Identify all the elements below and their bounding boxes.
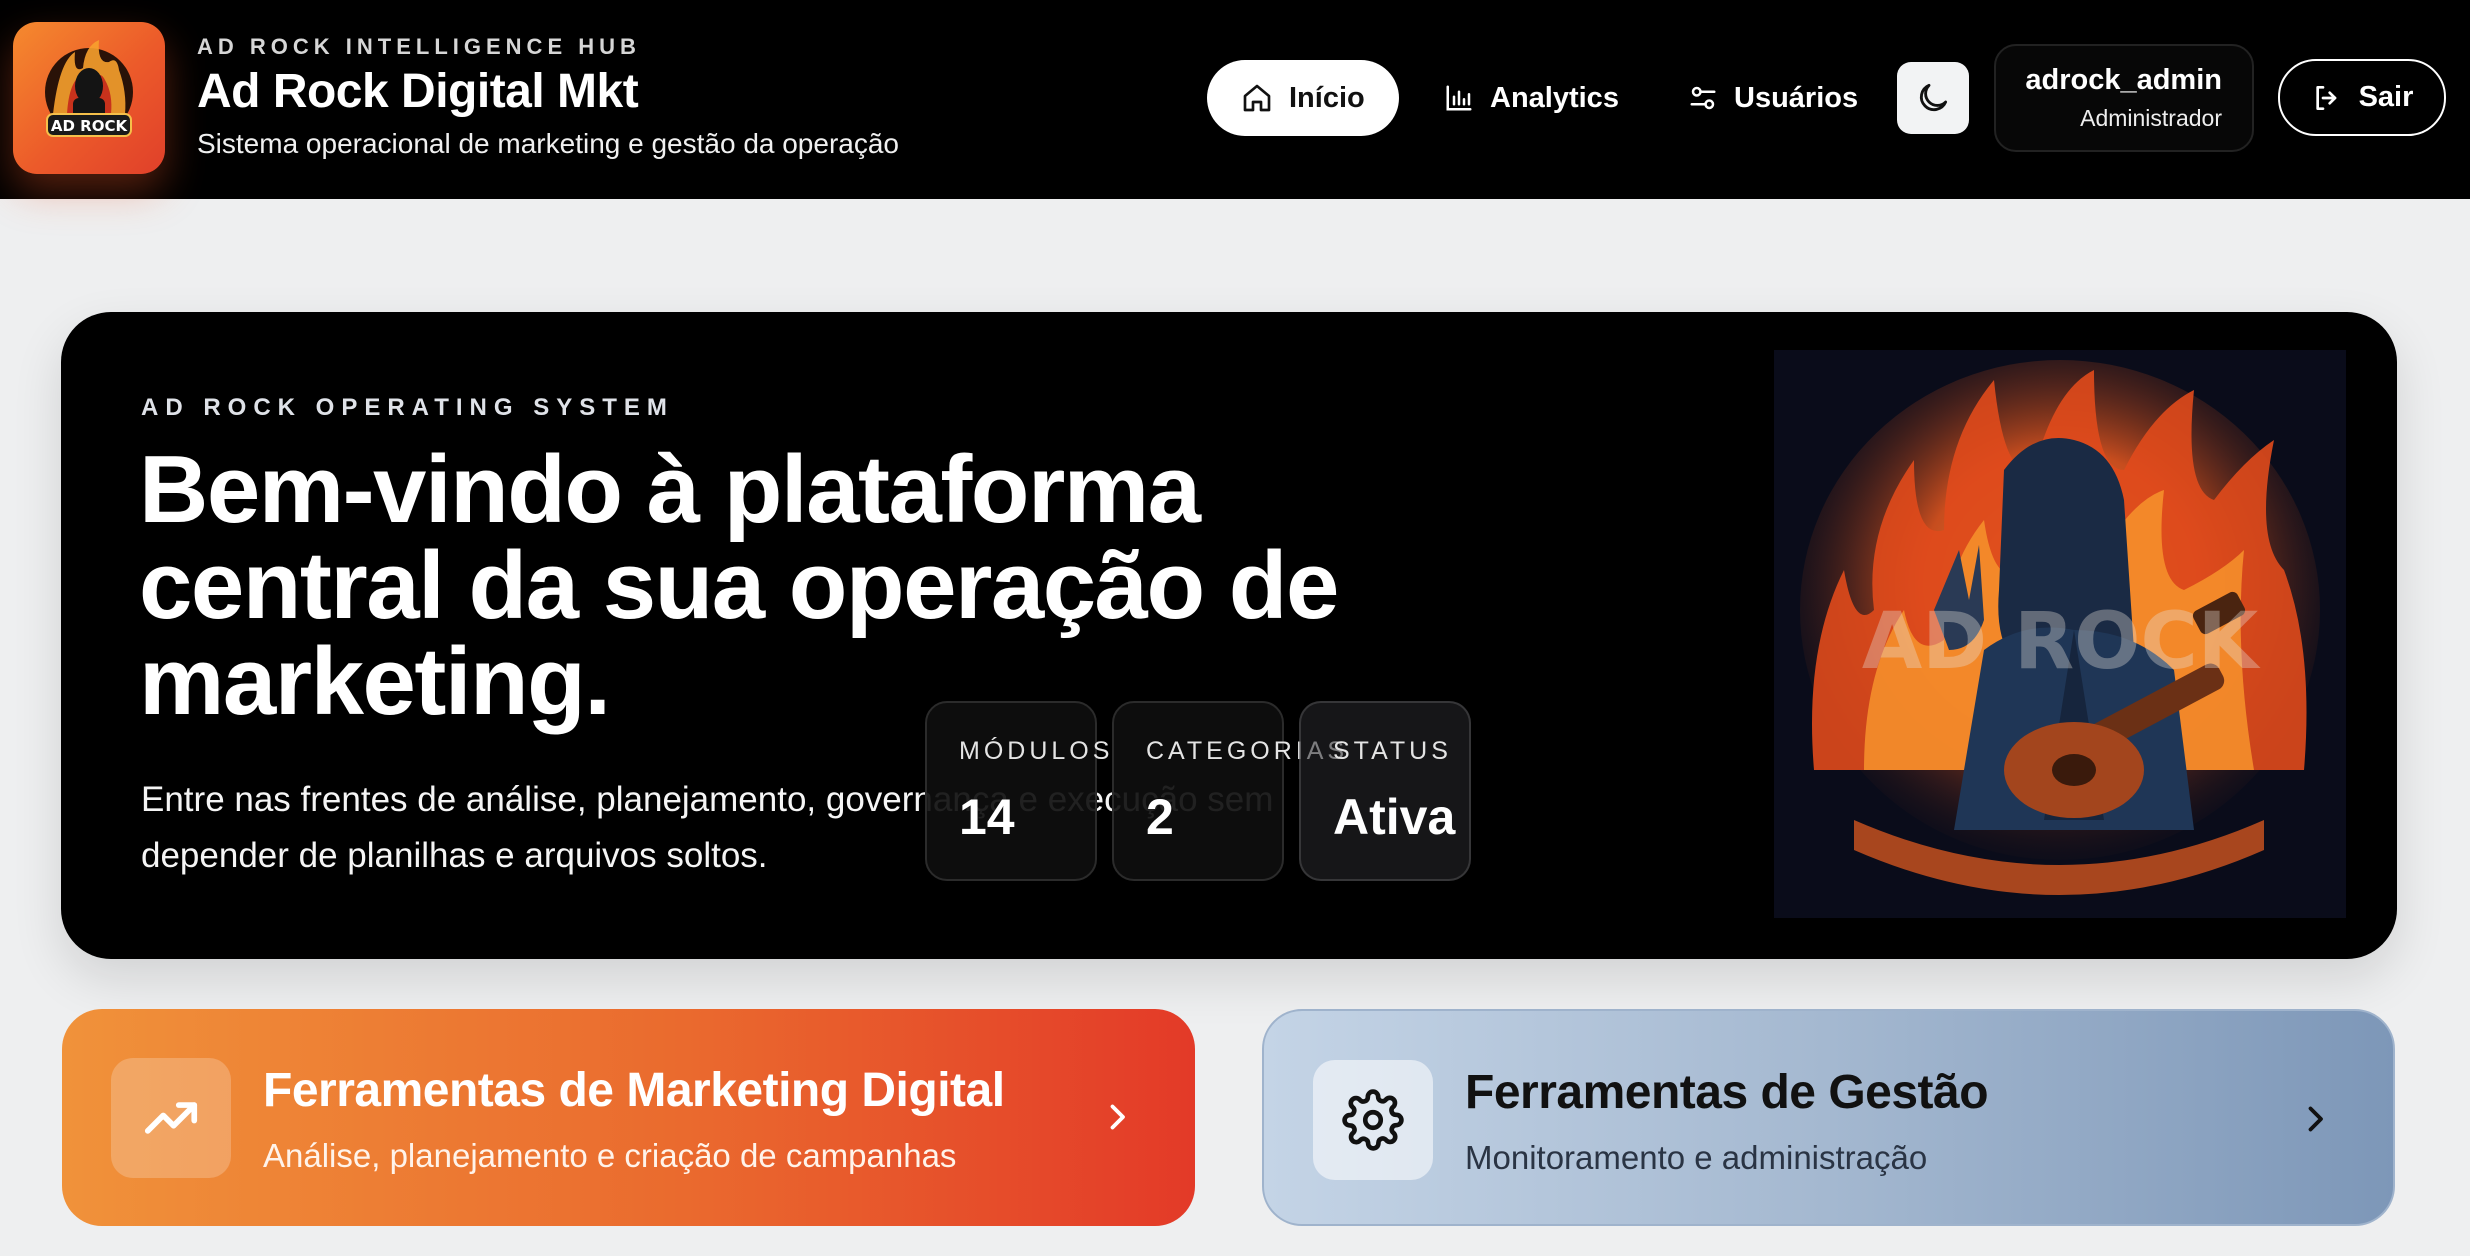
nav-usuarios-label: Usuários [1734, 81, 1859, 114]
brand-subtitle: Sistema operacional de marketing e gestã… [197, 128, 899, 159]
chevron-right-icon [2308, 1106, 2323, 1132]
nav-usuarios[interactable]: Usuários [1654, 60, 1892, 136]
rocker-flames-image: AD ROCK [1774, 350, 2346, 918]
chevron-right-icon [1110, 1104, 1125, 1130]
home-icon [1243, 84, 1271, 112]
marketing-tools-title: Ferramentas de Marketing Digital [263, 1064, 1005, 1117]
theme-toggle-button[interactable] [1897, 62, 1969, 134]
marketing-tools-card[interactable]: Ferramentas de Marketing Digital Análise… [62, 1009, 1195, 1226]
rocker-image-text: AD ROCK [1862, 597, 2261, 687]
user-role: Administrador [2080, 105, 2222, 131]
top-header: AD ROCK AD ROCK INTELLIGENCE HUB Ad Rock… [0, 0, 2470, 199]
marketing-tools-subtitle: Análise, planejamento e criação de campa… [263, 1137, 957, 1174]
brand-title: Ad Rock Digital Mkt [197, 65, 639, 118]
bar-chart-icon [1446, 85, 1472, 111]
marketing-tools-icon-box [111, 1058, 231, 1178]
rock-logo-icon: AD ROCK [45, 40, 133, 137]
sliders-icon [1690, 86, 1716, 110]
management-tools-subtitle: Monitoramento e administração [1465, 1139, 1928, 1176]
nav-inicio-label: Início [1289, 81, 1365, 114]
stat-label: CATEGORIAS [1146, 737, 1349, 765]
logout-button[interactable]: Sair [2278, 59, 2446, 136]
stat-value: Ativa [1333, 789, 1456, 845]
management-tools-icon-box [1313, 1060, 1433, 1180]
hero-kicker: AD ROCK OPERATING SYSTEM [141, 394, 674, 421]
management-tools-card[interactable]: Ferramentas de Gestão Monitoramento e ad… [1262, 1009, 2395, 1226]
stat-card-categorias: CATEGORIAS 2 [1112, 701, 1349, 881]
stat-card-status: STATUS Ativa [1299, 701, 1471, 881]
hero-banner: AD ROCK OPERATING SYSTEM Bem-vindo à pla… [61, 312, 2397, 959]
nav-analytics[interactable]: Analytics [1410, 60, 1653, 136]
hero-title: Bem-vindo à plataforma central da sua op… [139, 436, 1339, 735]
stat-card-modulos: MÓDULOS 14 [925, 701, 1114, 881]
logout-icon [2315, 85, 2336, 110]
user-name: adrock_admin [2025, 64, 2222, 96]
stat-label: MÓDULOS [959, 737, 1114, 765]
rocker-illustration: AD ROCK [1774, 350, 2346, 918]
management-tools-title: Ferramentas de Gestão [1465, 1066, 1989, 1119]
trending-up-icon [144, 1102, 198, 1134]
stat-label: STATUS [1333, 737, 1452, 765]
stat-value: 14 [959, 789, 1015, 845]
nav-analytics-label: Analytics [1490, 81, 1619, 114]
brand-kicker: AD ROCK INTELLIGENCE HUB [197, 34, 641, 59]
moon-icon [1919, 83, 1948, 112]
stat-value: 2 [1146, 789, 1174, 845]
logo-text: AD ROCK [51, 117, 129, 135]
nav-inicio[interactable]: Início [1207, 60, 1399, 136]
brand-logo[interactable]: AD ROCK [13, 22, 165, 174]
gear-icon [1342, 1089, 1404, 1151]
logout-label: Sair [2358, 81, 2414, 113]
user-menu[interactable]: adrock_admin Administrador [1994, 44, 2254, 152]
